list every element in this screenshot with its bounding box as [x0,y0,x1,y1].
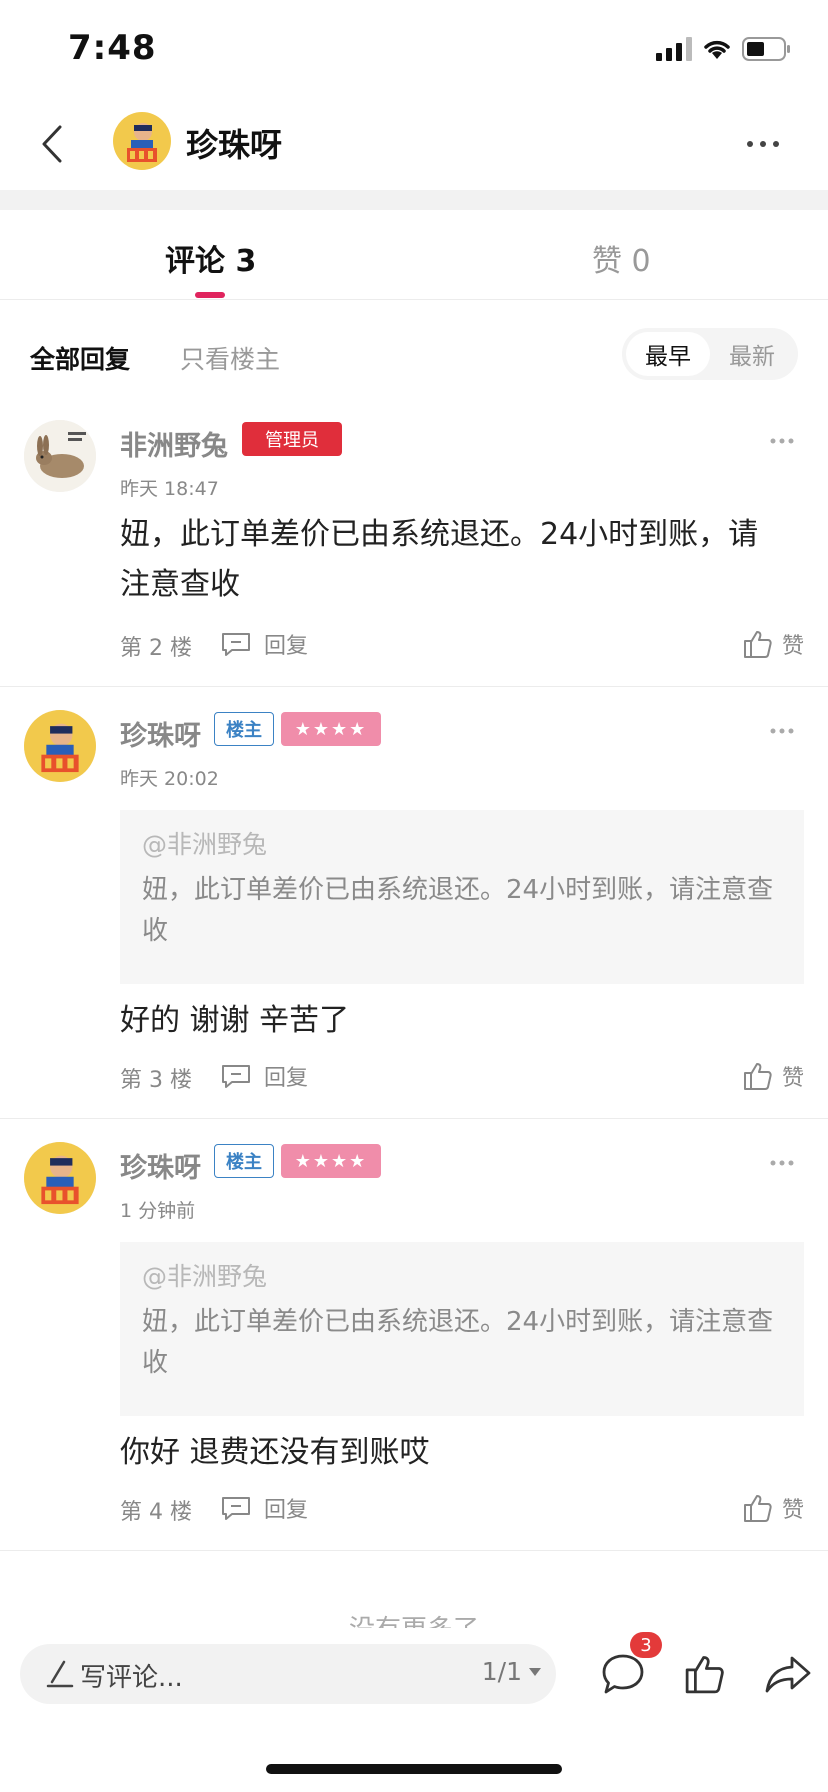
comment-more-button[interactable] [760,426,804,456]
comment-bubble-icon [602,1654,644,1694]
cellular-signal-icon [656,37,692,61]
tab-likes[interactable]: 赞 0 [592,236,651,280]
comment-avatar[interactable] [24,1142,96,1214]
comment-avatar[interactable] [24,710,96,782]
reply-icon [222,1065,250,1088]
comment-item: 珍珠呀 楼主 ★★★★ 1 分钟前 @非洲野兔 妞，此订单差价已由系统退还。24… [0,1142,828,1546]
write-comment-input[interactable]: 写评论... 1/1 [20,1644,556,1704]
share-arrow-icon [765,1656,811,1693]
more-horizontal-icon [770,438,794,444]
home-indicator [266,1764,562,1774]
caret-down-icon [529,1667,541,1676]
thumbs-up-icon [743,1495,772,1522]
top-nav: 珍珠呀 [0,100,828,190]
like-button[interactable]: 赞 [742,1488,804,1528]
comment-text: 好的 谢谢 辛苦了 [120,1003,350,1038]
battery-icon [742,37,790,61]
comment-divider [0,1118,828,1119]
floor-number: 第 3 楼 [120,1068,192,1093]
status-time: 7:48 [68,28,157,68]
reply-label: 回复 [264,1066,309,1091]
section-divider [0,190,828,210]
reply-button[interactable]: 回复 [220,1488,308,1528]
quote-text: 妞，此订单差价已由系统退还。24小时到账，请注意查收 [142,1307,774,1378]
quoted-comment[interactable]: @非洲野兔 妞，此订单差价已由系统退还。24小时到账，请注意查收 [120,1242,804,1416]
thumbs-up-icon [685,1656,724,1694]
like-label: 赞 [781,1066,804,1091]
like-label: 赞 [781,1498,804,1523]
pen-icon [46,1660,74,1688]
comment-divider [0,686,828,687]
filter-row: 全部回复 只看楼主 最早 最新 [0,318,828,392]
comment-more-button[interactable] [760,1148,804,1178]
comment-author[interactable]: 非洲野兔 [120,424,228,463]
status-bar: 7:48 [0,0,828,100]
comment-text: 妞，此订单差价已由系统退还。24小时到账，请注意查收 [120,517,759,602]
thumbs-up-icon [743,1063,772,1090]
more-horizontal-icon [770,1160,794,1166]
reply-button[interactable]: 回复 [220,1056,308,1096]
more-options-button[interactable] [738,122,788,166]
status-icons [656,34,792,64]
reply-label: 回复 [264,1498,309,1523]
more-horizontal-icon [770,728,794,734]
comment-footer: 第 3 楼 回复 赞 [120,1056,804,1096]
comment-count-badge: 3 [630,1632,662,1658]
like-post-button[interactable] [677,1646,733,1702]
filter-all-replies[interactable]: 全部回复 [30,340,130,376]
comment-time: 昨天 20:02 [120,768,219,790]
op-badge: 楼主 [214,1144,274,1178]
filter-op-only[interactable]: 只看楼主 [180,340,280,376]
page-indicator-text: 1/1 [481,1657,522,1686]
sort-earliest-button[interactable]: 最早 [626,332,710,376]
back-button[interactable] [24,116,80,172]
comment-footer: 第 2 楼 回复 赞 [120,624,804,664]
like-button[interactable]: 赞 [742,1056,804,1096]
level-stars-badge: ★★★★ [281,712,381,746]
comment-footer: 第 4 楼 回复 赞 [120,1488,804,1528]
comment-avatar[interactable] [24,420,96,492]
quote-author: @非洲野兔 [142,1262,268,1291]
active-tab-indicator [195,292,225,298]
quoted-comment[interactable]: @非洲野兔 妞，此订单差价已由系统退还。24小时到账，请注意查收 [120,810,804,984]
comment-text: 你好 退费还没有到账哎 [120,1435,430,1470]
comment-item: 非洲野兔 管理员 昨天 18:47 妞，此订单差价已由系统退还。24小时到账，请… [0,420,828,686]
reply-icon [222,1497,250,1520]
more-horizontal-icon [747,141,779,147]
share-button[interactable] [760,1646,816,1702]
like-button[interactable]: 赞 [742,624,804,664]
comment-author[interactable]: 珍珠呀 [120,1146,201,1185]
sort-toggle: 最早 最新 [622,328,798,380]
floor-number: 第 2 楼 [120,636,192,661]
no-more-hint: 没有更多了 [0,1610,828,1628]
header-avatar[interactable] [113,112,171,170]
op-badge: 楼主 [214,712,274,746]
comment-divider [0,1550,828,1551]
page-title: 珍珠呀 [186,126,283,164]
reply-icon [222,633,250,656]
thumbs-up-icon [743,631,772,658]
bottom-action-bar: 写评论... 1/1 3 [0,1628,828,1724]
level-stars-badge: ★★★★ [281,1144,381,1178]
sort-latest-button[interactable]: 最新 [710,332,794,376]
chevron-left-icon [42,125,62,163]
reply-label: 回复 [264,634,309,659]
admin-badge: 管理员 [242,422,342,456]
like-label: 赞 [781,634,804,659]
quote-author: @非洲野兔 [142,830,268,859]
comment-more-button[interactable] [760,716,804,746]
comment-time: 昨天 18:47 [120,478,219,500]
wifi-icon [704,40,730,59]
reply-button[interactable]: 回复 [220,624,308,664]
page-indicator[interactable]: 1/1 [482,1657,542,1686]
floor-number: 第 4 楼 [120,1500,192,1525]
write-comment-placeholder: 写评论... [80,1663,183,1693]
comment-time: 1 分钟前 [120,1200,196,1222]
tab-bar: 评论 3 赞 0 [0,210,828,300]
comment-item: 珍珠呀 楼主 ★★★★ 昨天 20:02 @非洲野兔 妞，此订单差价已由系统退还… [0,710,828,1114]
tab-comments[interactable]: 评论 3 [165,236,256,280]
quote-text: 妞，此订单差价已由系统退还。24小时到账，请注意查收 [142,875,774,946]
comment-author[interactable]: 珍珠呀 [120,714,201,753]
